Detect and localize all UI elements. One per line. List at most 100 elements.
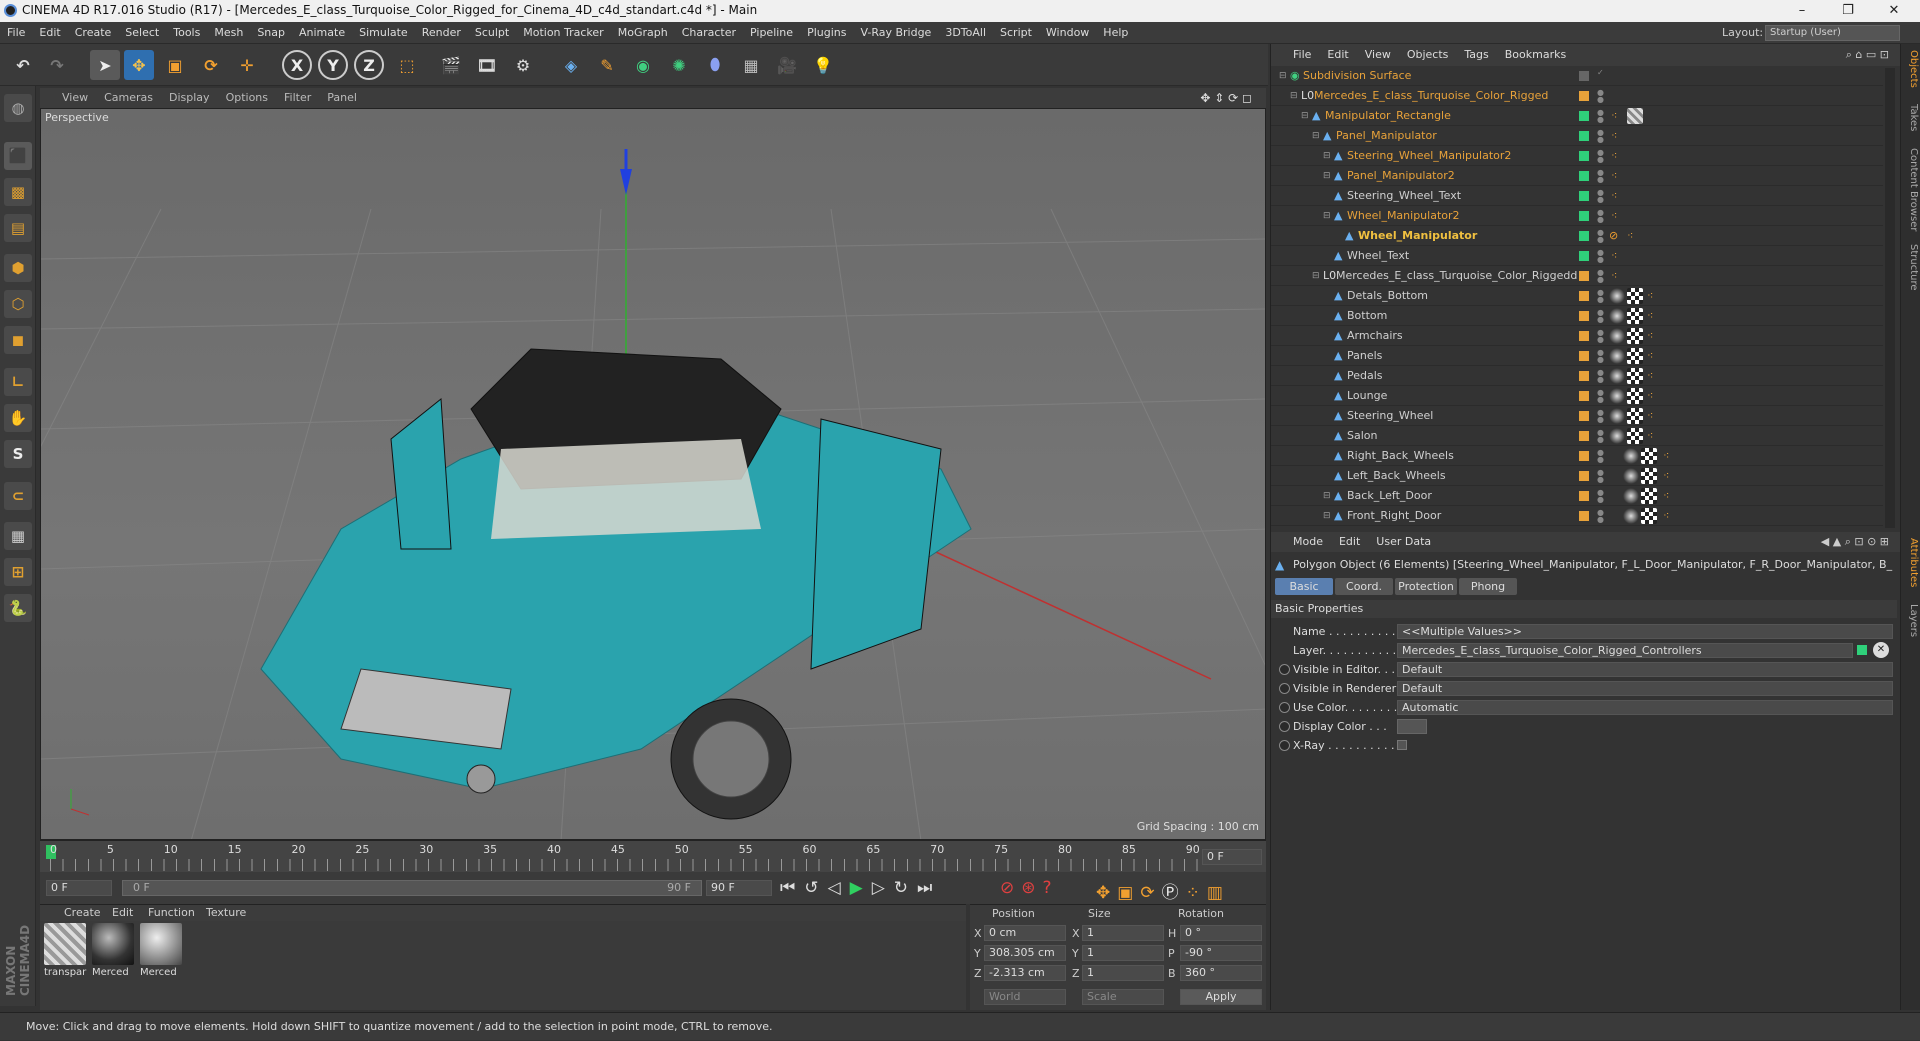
xpresso-tag-icon[interactable]: ⁖ [1663,446,1669,466]
object-row[interactable]: ⊟ ◉ Subdivision Surface ✓ [1271,66,1883,86]
locked-workplane-icon[interactable]: ⊞ [4,558,32,586]
layer-color-swatch[interactable] [1579,331,1589,341]
object-row[interactable]: ▲ Pedals ● ● ⁖ [1271,366,1883,386]
visibility-dots-icon[interactable]: ● ● [1597,89,1604,104]
frame-range-slider[interactable]: 0 F 90 F [122,880,702,896]
layout-select[interactable]: Startup (User) [1765,25,1900,41]
rotation-b-field[interactable]: 360 ° [1180,965,1262,981]
layer-color-swatch[interactable] [1579,231,1589,241]
axis-y-button[interactable]: Y [318,50,348,80]
close-button[interactable]: ✕ [1872,0,1916,22]
size-z-field[interactable]: 1 [1082,965,1164,981]
deformer-icon[interactable]: ⬮ [700,50,730,80]
obj-menu-file[interactable]: File [1285,44,1319,66]
xpresso-tag-icon[interactable]: ⁖ [1663,506,1669,526]
tweak-mode-icon[interactable]: ✋ [4,404,32,432]
render-view-icon[interactable]: 🎬 [436,50,466,80]
visibility-dots-icon[interactable]: ● ● [1597,449,1604,464]
python-icon[interactable]: 🐍 [4,594,32,622]
layer-color-swatch[interactable] [1579,271,1589,281]
key-rotation-icon[interactable]: ⟳ [1140,883,1161,903]
menu-simulate[interactable]: Simulate [352,22,415,44]
expand-toggle-icon[interactable]: ⊟ [1323,166,1331,186]
cube-object-icon[interactable]: ◈ [556,50,586,80]
z-axis-arrow[interactable] [620,169,632,195]
material-tag-icon[interactable] [1609,288,1625,304]
obj-menu-edit[interactable]: Edit [1319,44,1356,66]
object-row[interactable]: ▲ Salon ● ● ⁖ [1271,426,1883,446]
goto-start-icon[interactable]: ⏮ [780,878,804,898]
material-tag-icon[interactable] [1609,368,1625,384]
menu-select[interactable]: Select [118,22,166,44]
texture-tag-icon[interactable] [1627,368,1643,384]
object-row[interactable]: ▲ Bottom ● ● ⁖ [1271,306,1883,326]
model-mode-icon[interactable]: ⬛ [4,142,32,170]
object-row[interactable]: ▲ Armchairs ● ● ⁖ [1271,326,1883,346]
object-row[interactable]: ⊟ ▲ Steering_Wheel_Manipulator2 ● ● ⁖ [1271,146,1883,166]
side-tab-attributes[interactable]: Attributes [1903,538,1919,587]
material-tag-icon[interactable] [1609,308,1625,324]
render-settings-icon[interactable]: ⚙ [508,50,538,80]
menu-plugins[interactable]: Plugins [800,22,853,44]
xpresso-tag-icon[interactable]: ⁖ [1647,326,1653,346]
end-frame-field[interactable]: 90 F [706,880,772,896]
material-tag-icon[interactable] [1623,488,1639,504]
light-bulb-icon[interactable]: 💡 [808,50,838,80]
coord-mode-select[interactable]: World [984,989,1066,1005]
layer-field[interactable]: Mercedes_E_class_Turquoise_Color_Rigged_… [1397,643,1853,658]
material-tag-icon[interactable] [1623,448,1639,464]
expand-toggle-icon[interactable]: ⊟ [1290,86,1298,106]
restore-button[interactable]: ❐ [1826,0,1870,22]
xpresso-tag-icon[interactable]: ⁖ [1663,466,1669,486]
select-arrow-icon[interactable]: ➤ [90,50,120,80]
layer-color-swatch[interactable] [1579,451,1589,461]
xpresso-tag-icon[interactable]: ⁖ [1647,346,1653,366]
animate-radio[interactable] [1279,740,1290,751]
expand-toggle-icon[interactable]: ⊟ [1323,486,1331,506]
object-row[interactable]: ⊟ L0 Mercedes_E_class_Turquoise_Color_Rigg… [1271,266,1883,286]
texture-tag-icon[interactable] [1627,388,1643,404]
xpresso-tag-icon[interactable]: ⁖ [1611,146,1617,166]
menu-3dtoall[interactable]: 3DToAll [938,22,993,44]
expand-toggle-icon[interactable]: ⊟ [1323,506,1331,526]
visibility-dots-icon[interactable]: ● ● [1597,249,1604,264]
viewport-menu-options[interactable]: Options [218,88,276,108]
xpresso-tag-icon[interactable]: ⁖ [1647,286,1653,306]
display-tag-icon[interactable] [1627,108,1643,124]
layer-color-swatch[interactable] [1579,131,1589,141]
redo-icon[interactable]: ↷ [42,50,72,80]
menu-tools[interactable]: Tools [166,22,207,44]
layer-color-swatch[interactable] [1579,151,1589,161]
menu-edit[interactable]: Edit [32,22,67,44]
polygons-mode-icon[interactable]: ◼ [4,326,32,354]
side-tab-takes[interactable]: Takes [1903,104,1919,131]
visibility-dots-icon[interactable]: ✓ [1597,69,1604,83]
layer-color-swatch[interactable] [1579,251,1589,261]
prev-key-icon[interactable]: ↺ [804,878,827,898]
rotation-h-field[interactable]: 0 ° [1180,925,1262,941]
xpresso-tag-icon[interactable]: ⁖ [1611,186,1617,206]
texture-tag-icon[interactable] [1641,508,1657,524]
xpresso-tag-icon[interactable]: ⁖ [1611,166,1617,186]
layer-color-swatch[interactable] [1579,211,1589,221]
autokey-icon[interactable]: ⊛ [1021,878,1042,898]
render-picture-icon[interactable]: 🎞 [472,50,502,80]
menu-script[interactable]: Script [993,22,1039,44]
axis-x-button[interactable]: X [282,50,312,80]
object-row[interactable]: ▲ Wheel_Text ● ● ⁖ [1271,246,1883,266]
size-x-field[interactable]: 1 [1082,925,1164,941]
visibility-dots-icon[interactable]: ● ● [1597,109,1604,124]
menu-vray-bridge[interactable]: V-Ray Bridge [853,22,938,44]
coord-scale-select[interactable]: Scale [1082,989,1164,1005]
texture-tag-icon[interactable] [1627,428,1643,444]
material-tag-icon[interactable] [1609,348,1625,364]
texture-tag-icon[interactable] [1641,488,1657,504]
scale-tool-icon[interactable]: ▣ [160,50,190,80]
timeline-window-icon[interactable]: ▥ [1207,883,1230,903]
mat-menu-edit[interactable]: Edit [112,905,133,921]
layer-color-swatch[interactable] [1579,91,1589,101]
visibility-dots-icon[interactable]: ● ● [1597,149,1604,164]
prev-frame-icon[interactable]: ◁ [828,878,850,898]
viewport-menu-cameras[interactable]: Cameras [96,88,161,108]
object-row[interactable]: ▲ Steering_Wheel ● ● ⁖ [1271,406,1883,426]
